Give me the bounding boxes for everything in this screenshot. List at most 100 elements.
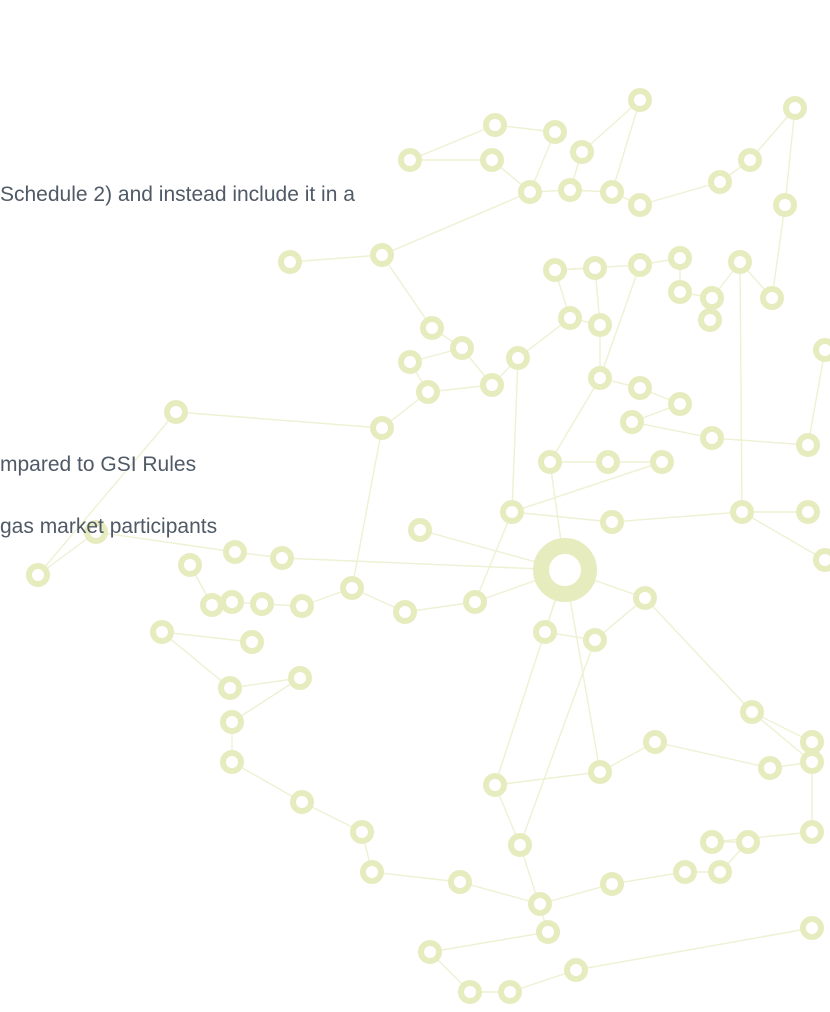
- network-node: [480, 373, 504, 397]
- network-node: [796, 433, 820, 457]
- network-graphic: [26, 88, 830, 1004]
- network-node: [398, 350, 422, 374]
- network-node: [360, 860, 384, 884]
- network-edge: [611, 511, 743, 523]
- network-node: [570, 140, 594, 164]
- network-node: [643, 730, 667, 754]
- network-node: [528, 892, 552, 916]
- network-node: [668, 246, 692, 270]
- network-node: [730, 500, 754, 524]
- network-node: [533, 620, 557, 644]
- network-node: [538, 450, 562, 474]
- network-node: [393, 600, 417, 624]
- body-text-line-1: Schedule 2) and instead include it in a: [0, 183, 355, 206]
- network-node: [223, 540, 247, 564]
- network-node: [164, 400, 188, 424]
- network-node: [620, 410, 644, 434]
- network-node: [288, 666, 312, 690]
- network-edge: [549, 377, 601, 463]
- network-node: [458, 980, 482, 1004]
- network-node: [290, 594, 314, 618]
- network-node: [290, 790, 314, 814]
- network-node: [600, 872, 624, 896]
- network-node: [583, 256, 607, 280]
- network-node: [558, 178, 582, 202]
- network-edge: [429, 931, 549, 953]
- network-edge: [611, 99, 641, 193]
- network-node: [178, 553, 202, 577]
- network-node: [416, 380, 440, 404]
- network-edge: [289, 254, 383, 263]
- network-edge: [231, 677, 301, 723]
- network-node: [398, 148, 422, 172]
- network-edge: [175, 411, 383, 429]
- network-node: [420, 316, 444, 340]
- network-node: [588, 760, 612, 784]
- network-node: [800, 730, 824, 754]
- network-edge: [771, 204, 786, 299]
- network-node: [498, 980, 522, 1004]
- network-edge: [711, 831, 813, 843]
- network-edge: [644, 597, 753, 713]
- network-edge: [351, 427, 383, 589]
- network-edge: [519, 844, 549, 933]
- network-node: [628, 88, 652, 112]
- network-node: [536, 920, 560, 944]
- network-node: [200, 593, 224, 617]
- network-nodes: [26, 88, 830, 1004]
- network-edge: [519, 639, 596, 846]
- network-edge: [575, 927, 813, 971]
- slide: Schedule 2) and instead include it in a …: [0, 0, 830, 1012]
- network-node: [250, 592, 274, 616]
- network-node: [698, 308, 722, 332]
- network-node: [270, 546, 294, 570]
- network-edge: [161, 631, 231, 689]
- network-node: [220, 710, 244, 734]
- network-node: [628, 253, 652, 277]
- network-node: [728, 250, 752, 274]
- network-node: [673, 860, 697, 884]
- network-node: [800, 750, 824, 774]
- network-node: [480, 148, 504, 172]
- network-node: [508, 833, 532, 857]
- network-node: [220, 590, 244, 614]
- network-node: [543, 258, 567, 282]
- network-edge: [784, 107, 796, 206]
- network-node: [700, 426, 724, 450]
- network-node: [760, 286, 784, 310]
- network-edge: [371, 871, 461, 883]
- network-edge: [494, 771, 601, 786]
- network-node: [668, 392, 692, 416]
- network-node: [558, 306, 582, 330]
- network-edge: [654, 741, 771, 769]
- network-edge: [631, 421, 713, 439]
- network-node: [463, 590, 487, 614]
- network-node: [600, 510, 624, 534]
- network-node: [800, 916, 824, 940]
- network-node: [708, 860, 732, 884]
- network-edge: [474, 511, 513, 603]
- network-node: [564, 958, 588, 982]
- network-node: [150, 620, 174, 644]
- network-node: [813, 548, 830, 572]
- network-edge: [381, 254, 433, 329]
- network-edge: [711, 437, 809, 446]
- network-node: [628, 193, 652, 217]
- network-edges: [37, 99, 826, 993]
- network-node: [220, 750, 244, 774]
- network-edge: [639, 181, 721, 206]
- network-node: [783, 96, 807, 120]
- network-edge: [739, 261, 743, 513]
- network-node: [518, 180, 542, 204]
- network-node: [500, 500, 524, 524]
- network-edge: [494, 569, 566, 786]
- network-node: [340, 576, 364, 600]
- network-node: [600, 180, 624, 204]
- network-node: [26, 563, 50, 587]
- network-node: [350, 820, 374, 844]
- network-node: [370, 243, 394, 267]
- network-node: [700, 286, 724, 310]
- network-edge: [281, 557, 566, 571]
- network-node: [588, 366, 612, 390]
- network-node: [483, 773, 507, 797]
